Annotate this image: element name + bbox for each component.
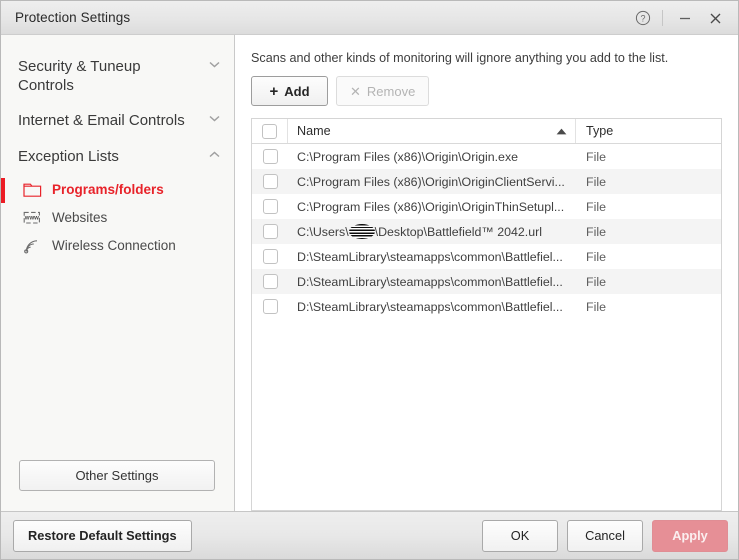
svg-text:www: www [24, 215, 39, 221]
cell-name: C:\Program Files (x86)\Origin\OriginClie… [297, 174, 565, 189]
table-row[interactable]: C:\Program Files (x86)\Origin\Origin.exe… [252, 144, 721, 169]
select-all-checkbox[interactable] [262, 123, 277, 139]
sidebar-section-label: Internet & Email Controls [18, 112, 185, 130]
sidebar: Security & Tuneup Controls Internet & Em… [1, 35, 235, 511]
remove-button-label: Remove [366, 83, 416, 99]
footer-actions: OK Cancel Apply [482, 519, 728, 552]
sidebar-item-label: Programs/folders [52, 182, 164, 198]
row-checkbox-cell [252, 194, 288, 219]
close-button[interactable] [700, 1, 730, 35]
close-x-icon: ✕ [350, 83, 361, 99]
table-row[interactable]: D:\SteamLibrary\steamapps\common\Battlef… [252, 244, 721, 269]
chevron-up-icon [209, 151, 220, 158]
row-checkbox[interactable] [262, 224, 278, 239]
sidebar-section-exception-lists[interactable]: Exception Lists [1, 139, 234, 174]
cell-name: D:\SteamLibrary\steamapps\common\Battlef… [297, 249, 563, 264]
cell-type: File [586, 299, 606, 314]
chevron-down-icon [209, 61, 220, 68]
cell-name-suffix: \Desktop\Battlefield™ 2042.url [374, 224, 543, 239]
redacted-username [348, 224, 375, 239]
selection-indicator [1, 177, 5, 203]
row-checkbox-cell [252, 144, 288, 169]
other-settings-button[interactable]: Other Settings [19, 460, 215, 491]
column-header-name[interactable]: Name [288, 119, 576, 143]
remove-button[interactable]: ✕ Remove [336, 76, 430, 106]
add-button-label: Add [284, 83, 310, 99]
panel-description: Scans and other kinds of monitoring will… [251, 51, 669, 65]
table-row[interactable]: C:\Program Files (x86)\Origin\OriginClie… [252, 169, 721, 194]
row-checkbox[interactable] [262, 149, 278, 164]
table-body: C:\Program Files (x86)\Origin\Origin.exe… [252, 144, 721, 510]
add-button[interactable]: + Add [251, 76, 328, 106]
column-header-type[interactable]: Type [576, 119, 721, 143]
chevron-down-icon [209, 115, 220, 122]
sidebar-item-wireless-connection[interactable]: Wireless Connection [1, 232, 234, 260]
cancel-button[interactable]: Cancel [567, 519, 643, 552]
row-checkbox-cell [252, 294, 288, 319]
cell-type: File [586, 249, 606, 264]
other-settings-container: Other Settings [1, 460, 234, 511]
protection-settings-window: Protection Settings ? Security & Tuneup … [0, 0, 739, 560]
row-checkbox-cell [252, 169, 288, 194]
column-header-label: Name [297, 124, 331, 138]
cell-name: D:\SteamLibrary\steamapps\common\Battlef… [297, 299, 563, 314]
row-checkbox-cell [252, 244, 288, 269]
sidebar-section-internet-email[interactable]: Internet & Email Controls [1, 103, 234, 138]
titlebar-divider [662, 10, 663, 26]
svg-text:?: ? [640, 13, 645, 23]
sidebar-section-label: Exception Lists [18, 147, 119, 165]
help-icon[interactable]: ? [628, 1, 658, 35]
title-bar: Protection Settings ? [1, 1, 738, 35]
page-title: Protection Settings [15, 10, 131, 25]
row-checkbox[interactable] [262, 199, 278, 214]
plus-icon: + [269, 82, 279, 100]
cell-name: D:\SteamLibrary\steamapps\common\Battlef… [297, 274, 563, 289]
content-panel: Scans and other kinds of monitoring will… [235, 35, 738, 511]
table-row[interactable]: C:\Users\ \Desktop\Battlefield™ 2042.url F… [252, 219, 721, 244]
folder-icon [23, 181, 45, 199]
cell-type: File [586, 274, 606, 289]
cell-name: C:\Users\ \Desktop\Battlefield™ 2042.url [288, 219, 576, 244]
dialog-footer: Restore Default Settings OK Cancel Apply [1, 511, 738, 559]
ok-button[interactable]: OK [482, 519, 558, 552]
minimize-button[interactable] [670, 1, 700, 35]
row-checkbox-cell [252, 269, 288, 294]
table-row[interactable]: C:\Program Files (x86)\Origin\OriginThin… [252, 194, 721, 219]
list-toolbar: + Add ✕ Remove [251, 76, 722, 106]
sidebar-item-websites[interactable]: www Websites [1, 204, 234, 232]
table-row[interactable]: D:\SteamLibrary\steamapps\common\Battlef… [252, 294, 721, 319]
window-body: Security & Tuneup Controls Internet & Em… [1, 35, 738, 511]
cell-type: File [586, 174, 606, 189]
sidebar-item-programs-folders[interactable]: Programs/folders [1, 176, 234, 204]
exceptions-list: Name Type C:\Program Files (x86)\Origin\… [251, 118, 722, 511]
cell-type: File [586, 224, 606, 239]
wireless-signal-icon [23, 237, 45, 255]
sidebar-section-label: Security & Tuneup Controls [18, 58, 141, 95]
cell-name: C:\Program Files (x86)\Origin\Origin.exe [297, 149, 519, 164]
row-checkbox[interactable] [262, 174, 278, 189]
window-controls: ? [628, 1, 730, 35]
sidebar-item-label: Websites [52, 210, 108, 226]
apply-button[interactable]: Apply [652, 519, 728, 552]
sidebar-item-label: Wireless Connection [52, 238, 176, 254]
column-header-label: Type [586, 124, 614, 138]
row-checkbox[interactable] [262, 299, 278, 314]
cell-name: C:\Program Files (x86)\Origin\OriginThin… [297, 199, 565, 214]
row-checkbox[interactable] [262, 274, 278, 289]
cell-type: File [586, 199, 606, 214]
restore-default-settings-button[interactable]: Restore Default Settings [13, 519, 192, 552]
row-checkbox-cell [252, 219, 288, 244]
row-checkbox[interactable] [262, 249, 278, 264]
select-all-cell [252, 119, 288, 143]
table-header-row: Name Type [252, 119, 721, 144]
sort-ascending-icon [556, 128, 567, 135]
sidebar-section-security-tuneup[interactable]: Security & Tuneup Controls [1, 49, 234, 103]
table-row[interactable]: D:\SteamLibrary\steamapps\common\Battlef… [252, 269, 721, 294]
cell-name-prefix: C:\Users\ [297, 224, 349, 239]
cell-type: File [586, 149, 606, 164]
www-icon: www [23, 209, 45, 227]
sidebar-exception-list-items: Programs/folders www Websites Wireless C… [1, 176, 234, 260]
